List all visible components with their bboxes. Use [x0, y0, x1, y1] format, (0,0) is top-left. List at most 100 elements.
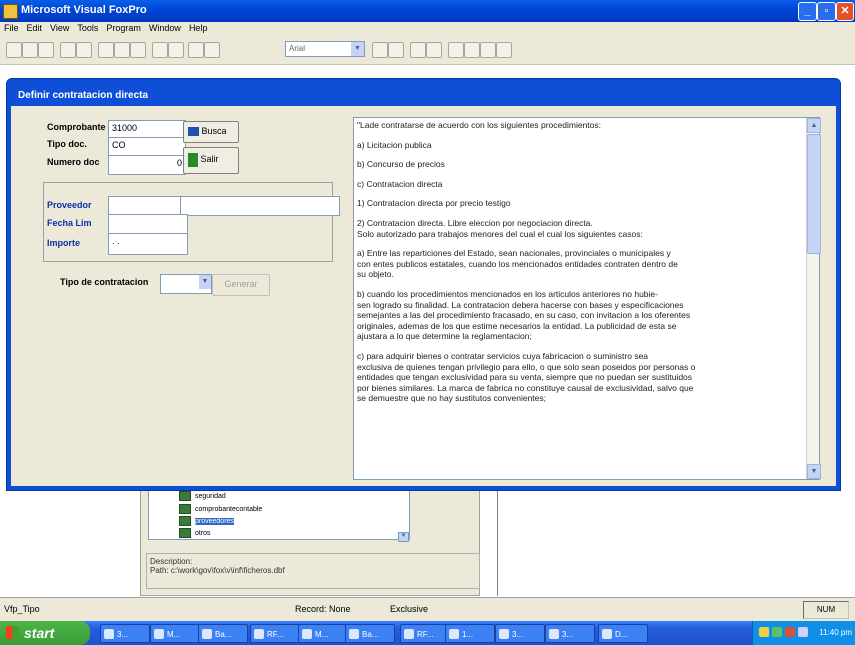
class-browser-icon[interactable] [426, 42, 442, 58]
tray-icon[interactable] [785, 627, 795, 637]
tree-item-comprobante[interactable]: comprobantecontable [179, 504, 262, 514]
search-icon [188, 127, 199, 137]
paste-icon[interactable] [130, 42, 146, 58]
open-icon[interactable] [22, 42, 38, 58]
window-icon [302, 629, 312, 639]
memo-scrollbar[interactable]: ▲ ▼ [806, 118, 821, 479]
importe-field[interactable]: . . [108, 233, 188, 255]
tray-clock: 11:40 pm [819, 628, 852, 637]
tree-item-otros[interactable]: otros [179, 528, 211, 538]
app-title: Microsoft Visual FoxPro [21, 4, 147, 16]
table-icon [179, 528, 191, 538]
start-button[interactable]: start [0, 621, 90, 645]
status-numlock: NUM [803, 601, 849, 619]
menu-view[interactable]: View [46, 22, 73, 35]
taskbar-task-button[interactable]: 1... [445, 624, 495, 643]
menu-tools[interactable]: Tools [73, 22, 102, 35]
scroll-down-arrow[interactable]: ▼ [398, 532, 409, 542]
data-session-icon[interactable] [388, 42, 404, 58]
font-combo[interactable]: Arial ▼ [285, 41, 365, 57]
window-icon [254, 629, 264, 639]
menu-program[interactable]: Program [102, 22, 145, 35]
scroll-thumb[interactable] [807, 134, 821, 254]
taskbar-task-button[interactable]: M... [150, 624, 200, 643]
taskbar-task-button[interactable]: RF... [250, 624, 300, 643]
window-icon [104, 629, 114, 639]
numero-field[interactable]: 0 [108, 155, 186, 175]
legal-text-content: "Lade contratarse de acuerdo con los sig… [357, 120, 802, 475]
memo-paragraph: b) cuando los procedimientos mencionados… [357, 288, 691, 342]
menu-window[interactable]: Window [145, 22, 185, 35]
fecha-field[interactable] [108, 214, 188, 234]
description-path: Path: c:\work\gov\fox\v\inf\ficheros.dbf [150, 566, 285, 575]
print-preview-icon[interactable] [76, 42, 92, 58]
cut-icon[interactable] [98, 42, 114, 58]
copy-icon[interactable] [114, 42, 130, 58]
fecha-label: Fecha Lim [47, 218, 92, 228]
undo-icon[interactable] [152, 42, 168, 58]
memo-paragraph: "Lade contratarse de acuerdo con los sig… [357, 120, 601, 130]
tipodoc-field[interactable]: CO [108, 137, 186, 157]
taskbar-task-button[interactable]: RF... [400, 624, 450, 643]
builder-icon[interactable] [480, 42, 496, 58]
new-icon[interactable] [6, 42, 22, 58]
standard-toolbar: Arial ▼ [0, 35, 855, 65]
help-icon[interactable] [496, 42, 512, 58]
maximize-button[interactable]: ▫ [817, 2, 836, 21]
divider [497, 478, 498, 596]
menu-edit[interactable]: Edit [23, 22, 47, 35]
proveedor-code-field[interactable] [108, 196, 188, 216]
proveedor-name-field[interactable] [180, 196, 340, 216]
tray-icon[interactable] [772, 627, 782, 637]
table-icon [179, 516, 191, 526]
chevron-down-icon[interactable]: ▼ [199, 275, 211, 289]
tree-item-seguridad[interactable]: seguridad [179, 491, 226, 501]
scroll-up-arrow[interactable]: ▲ [807, 118, 821, 133]
salir-button-label: Salir [200, 154, 219, 164]
command-window-icon[interactable] [372, 42, 388, 58]
tree-item-proveedores[interactable]: proveedores [179, 516, 234, 526]
salir-button[interactable]: Salir [183, 147, 239, 174]
proveedor-label: Proveedor [47, 200, 92, 210]
tray-icon[interactable] [798, 627, 808, 637]
taskbar-task-label: 3... [117, 630, 129, 639]
taskbar-task-button[interactable]: Ba... [345, 624, 395, 643]
memo-paragraph: b) Concurso de precios [357, 159, 445, 170]
taskbar-task-button[interactable]: D... [598, 624, 648, 643]
modify-form-icon[interactable] [204, 42, 220, 58]
wizard-icon[interactable] [448, 42, 464, 58]
run-icon[interactable] [188, 42, 204, 58]
taskbar-task-button[interactable]: 3... [100, 624, 150, 643]
redo-icon[interactable] [168, 42, 184, 58]
system-tray: 11:40 pm [752, 621, 855, 645]
report-icon[interactable] [464, 42, 480, 58]
taskbar-task-button[interactable]: 3... [495, 624, 545, 643]
foxpro-app-icon [3, 4, 18, 19]
tipodoc-label: Tipo doc. [47, 139, 87, 149]
save-icon[interactable] [38, 42, 54, 58]
taskbar-task-label: 3... [562, 630, 574, 639]
menu-file[interactable]: File [0, 22, 23, 35]
scroll-down-arrow[interactable]: ▼ [807, 464, 821, 479]
print-icon[interactable] [60, 42, 76, 58]
buscar-button[interactable]: Busca [183, 121, 239, 143]
chevron-down-icon[interactable]: ▼ [351, 42, 364, 56]
numero-label: Numero doc [47, 157, 100, 167]
close-button[interactable]: ✕ [836, 2, 854, 21]
tray-icon[interactable] [759, 627, 769, 637]
comprobante-label: Comprobante [47, 122, 106, 132]
description-box: Description: Path: c:\work\gov\fox\v\inf… [146, 553, 480, 589]
project-manager-icon[interactable] [410, 42, 426, 58]
tipo-contratacion-label: Tipo de contratacion [60, 277, 149, 287]
tipo-contratacion-combo[interactable]: ▼ [160, 274, 212, 294]
window-icon [549, 629, 559, 639]
window-icon [404, 629, 414, 639]
taskbar-task-button[interactable]: Ba... [198, 624, 248, 643]
taskbar-task-button[interactable]: M... [298, 624, 348, 643]
menu-help[interactable]: Help [185, 22, 212, 35]
table-icon [179, 491, 191, 501]
taskbar-task-button[interactable]: 3... [545, 624, 595, 643]
window-icon [602, 629, 612, 639]
generar-button[interactable]: Generar [212, 274, 270, 296]
minimize-button[interactable]: _ [798, 2, 817, 21]
